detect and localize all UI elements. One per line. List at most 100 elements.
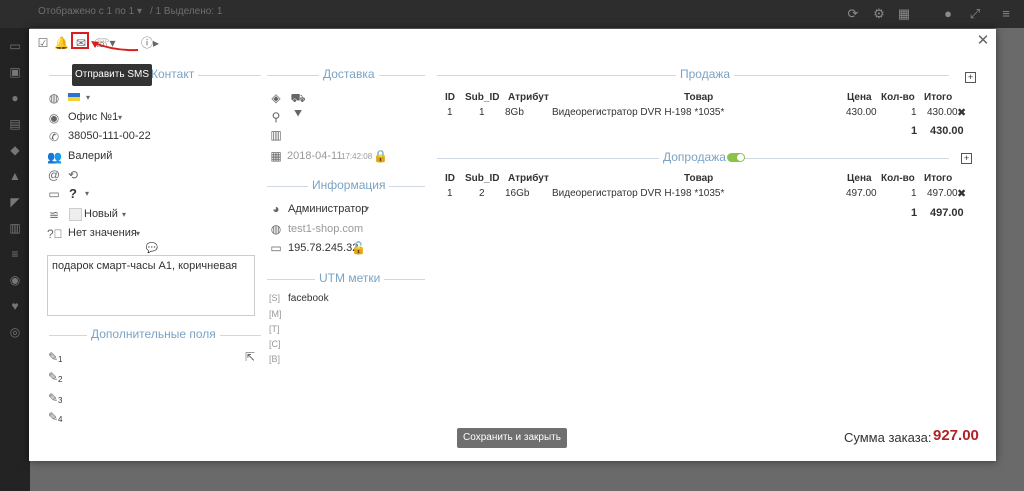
contact-title: Контакт [147,67,199,81]
phone-icon: ✆ [48,130,60,144]
expand-icon[interactable]: ⤢ [967,6,983,22]
grid-icon[interactable]: ▦ [896,6,912,22]
status-checkbox[interactable] [69,208,82,221]
sidebar-info-icon[interactable]: ◉ [7,272,23,288]
question-icon: ?⃝ [47,227,63,241]
cube-icon: ◈ [271,91,281,105]
calendar-check-icon[interactable]: ☑ [36,36,50,50]
office-value[interactable]: Офис №1 [68,111,118,123]
status-value[interactable]: Новый [84,208,118,220]
comment-bubble-icon: 💬 [145,243,159,254]
sidebar-users-icon[interactable]: ● [7,90,23,106]
unknown-dropdown-icon[interactable]: ▾ [80,187,94,201]
sale-row-product-link[interactable]: Видеорегистратор DVR H-198 *1035* [552,107,724,118]
name-value[interactable]: Валерий [68,150,112,162]
sale-col-product: Товар [684,92,714,103]
upsell-row-id: 1 [447,188,453,199]
utm-source-value[interactable]: facebook [288,293,329,304]
sync-icon[interactable]: ⟲ [66,168,80,182]
sidebar-cart-icon[interactable]: ▲ [7,168,23,184]
order-sum-label: Сумма заказа: [844,430,932,445]
utm-medium-label: [M] [269,309,282,319]
no-value-dropdown-icon[interactable]: ▾ [131,227,145,241]
save-and-close-button[interactable]: Сохранить и закрыть [457,428,567,448]
sidebar-chart-icon[interactable]: ▥ [7,220,23,236]
order-modal: ☑ 🔔 ✉ ☏▾ ⓘ▸ ✕ Контакт ◍ ▾ ◉ Офис №1 ▾ ✆ … [29,29,996,461]
sale-row-qty[interactable]: 1 [911,107,917,118]
utm-content-label: [C] [269,339,281,349]
unknown-value[interactable]: ? [69,186,77,201]
delivery-dropdown-icon[interactable]: ⛟▾ [287,91,309,119]
status-dropdown-icon[interactable]: ▾ [117,208,131,222]
delivery-time: 17:42:08 [341,152,373,161]
sale-row-id: 1 [447,107,453,118]
upsell-row-subid: 2 [479,188,485,199]
at-icon: @ [47,168,61,182]
close-icon[interactable]: ✕ [976,33,990,48]
delivery-title: Доставка [319,67,379,81]
sale-add-button[interactable]: + [965,72,976,83]
ip-value: 195.78.245.32 [288,242,359,254]
sidebar-tag-icon[interactable]: ◤ [7,194,23,210]
external-link-icon[interactable]: ⇱ [243,350,257,364]
upsell-sum-total: 497.00 [930,207,964,219]
calendar-icon: ▦ [270,149,282,163]
user-icon[interactable]: ● [940,6,956,22]
sidebar-monitor-icon[interactable]: ▭ [7,38,23,54]
pagination-text: Отображено с 1 по 1 ▾ [38,6,143,17]
user-circle-icon: ◕ [272,202,280,216]
sale-col-attr: Атрибут [508,92,549,103]
no-value-select[interactable]: Нет значения [68,227,137,239]
extra-field-4[interactable]: 4 [58,415,62,424]
sidebar-bank-icon[interactable]: ▤ [7,116,23,132]
upsell-title: Допродажа [659,150,730,164]
sale-sum-total: 430.00 [930,125,964,137]
monitor-icon: ▭ [270,241,282,255]
delete-row-icon[interactable]: ✖ [957,106,966,119]
comment-textarea[interactable] [47,255,255,316]
gear-icon[interactable]: ⚙ [871,6,887,22]
bell-icon[interactable]: 🔔 [54,36,69,50]
id-card-icon: ▭ [48,187,60,201]
upsell-col-product: Товар [684,173,714,184]
utm-title: UTM метки [315,271,385,285]
office-dropdown-icon[interactable]: ▾ [113,111,127,125]
extra-field-3[interactable]: 3 [58,396,62,405]
upsell-row-qty[interactable]: 1 [911,188,917,199]
sale-col-subid: Sub_ID [465,92,500,103]
sale-row-attr: 8Gb [505,107,524,118]
sale-col-total: Итого [924,92,953,103]
person-icon: 👥 [47,150,62,164]
map-marker-icon: ⚲ [271,110,281,124]
app-sidebar: ▭ ▣ ● ▤ ◆ ▲ ◤ ▥ ≡ ◉ ♥ ◎ [0,28,30,491]
upsell-row-product-link[interactable]: Видеорегистратор DVR H-198 *1035* [552,188,724,199]
sidebar-box-icon[interactable]: ▣ [7,64,23,80]
manager-value[interactable]: Администратор [288,203,367,215]
sidebar-settings-icon[interactable]: ≡ [7,246,23,262]
lock-icon[interactable]: 🔒 [373,149,388,163]
menu-icon[interactable]: ≡ [998,6,1014,22]
sale-row-price[interactable]: 430.00 [846,107,877,118]
upsell-add-button[interactable]: + [961,153,972,164]
country-dropdown-icon[interactable]: ▾ [81,91,95,105]
upsell-row-attr: 16Gb [505,188,530,199]
upsell-sum-qty: 1 [911,207,918,219]
manager-dropdown-icon[interactable]: ▾ [360,202,374,216]
sale-row-total: 430.00 [927,107,958,118]
sidebar-toggle-icon[interactable]: ◎ [7,324,23,340]
upsell-toggle[interactable] [727,153,745,162]
phone-value[interactable]: 38050-111-00-22 [68,130,151,142]
unlock-icon[interactable]: 🔓 [351,241,366,255]
sidebar-package-icon[interactable]: ◆ [7,142,23,158]
extra-field-2[interactable]: 2 [58,375,62,384]
app-topbar: Отображено с 1 по 1 ▾ / 1 Выделено: 1 ⟳ … [0,0,1024,28]
sidebar-heart-icon[interactable]: ♥ [7,298,23,314]
upsell-row-price[interactable]: 497.00 [846,188,877,199]
ukraine-flag-icon[interactable] [68,93,80,101]
extra-field-1[interactable]: 1 [58,355,62,364]
upsell-col-qty: Кол-во [881,173,915,184]
info-icon[interactable]: ⓘ▸ [139,36,161,50]
delete-row-icon[interactable]: ✖ [957,187,966,200]
upsell-col-subid: Sub_ID [465,173,500,184]
refresh-icon[interactable]: ⟳ [845,6,861,22]
